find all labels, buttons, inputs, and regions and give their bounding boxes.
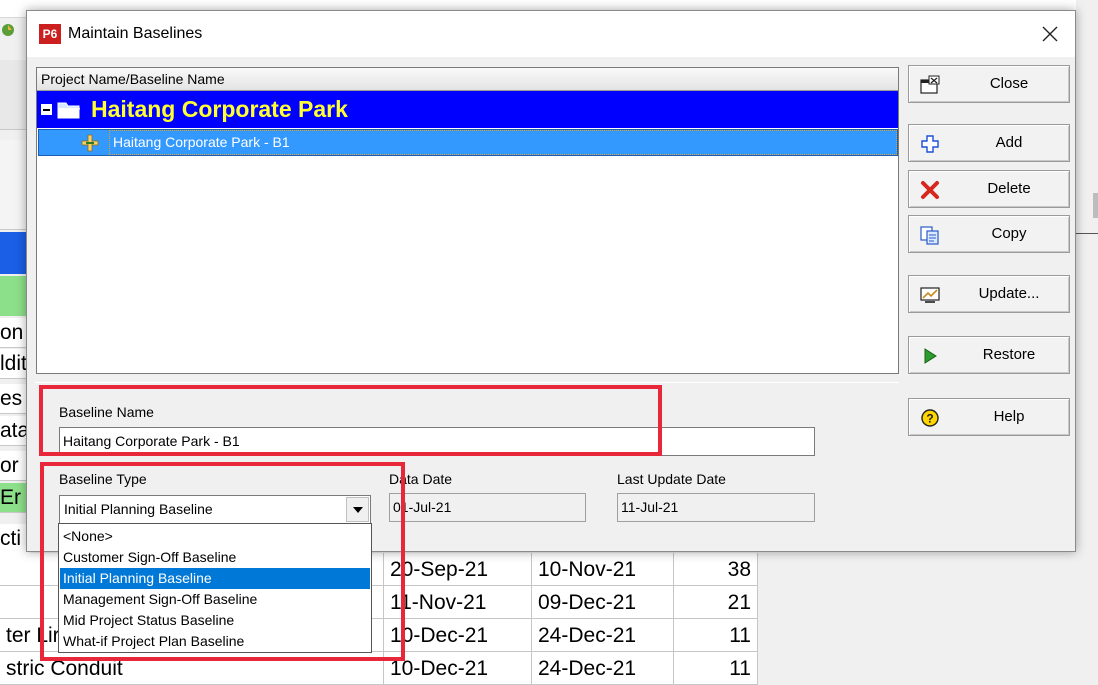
baseline-name-highlight <box>39 385 662 456</box>
close-button[interactable]: Close <box>908 65 1070 103</box>
folder-open-icon <box>57 102 80 119</box>
dialog-title: Maintain Baselines <box>68 25 203 42</box>
play-icon <box>924 348 937 364</box>
background-divider <box>1076 233 1098 234</box>
project-row[interactable]: Haitang Corporate Park <box>37 91 898 128</box>
table-cell-start: 20-Sep-21 <box>384 553 532 586</box>
help-icon: ? <box>921 409 939 427</box>
table-cell-dur: 11 <box>674 619 758 652</box>
last-update-date-label: Last Update Date <box>617 471 726 487</box>
table-cell-dur: 38 <box>674 553 758 586</box>
restore-button[interactable]: Restore <box>908 336 1070 374</box>
add-button-label: Add <box>995 134 1023 151</box>
list-column-header[interactable]: Project Name/Baseline Name <box>37 68 898 91</box>
dialog-titlebar[interactable]: P6 Maintain Baselines <box>27 11 1075 57</box>
copy-button[interactable]: Copy <box>908 215 1070 253</box>
table-cell-dur: 21 <box>674 586 758 619</box>
baseline-row-selected[interactable]: Haitang Corporate Park - B1 <box>38 129 898 156</box>
update-icon <box>920 287 940 303</box>
add-button[interactable]: Add <box>908 124 1070 162</box>
p6-logo-icon: P6 <box>39 24 61 44</box>
svg-text:?: ? <box>926 412 933 426</box>
update-button[interactable]: Update... <box>908 275 1070 313</box>
close-window-icon <box>920 75 940 94</box>
collapse-icon[interactable] <box>41 104 52 115</box>
help-button-label: Help <box>993 408 1025 425</box>
delete-x-icon <box>921 181 939 199</box>
baseline-type-highlight <box>40 462 405 661</box>
table-cell-start: 11-Nov-21 <box>384 586 532 619</box>
table-cell-finish: 24-Dec-21 <box>532 619 674 652</box>
restore-button-label: Restore <box>982 346 1036 363</box>
refresh-icon[interactable] <box>0 22 16 38</box>
help-button[interactable]: ? Help <box>908 398 1070 436</box>
close-icon[interactable] <box>1037 21 1063 47</box>
last-update-date-field[interactable]: 11-Jul-21 <box>617 493 815 522</box>
background-right-panel <box>1076 0 1098 669</box>
baseline-icon <box>81 134 99 152</box>
project-name: Haitang Corporate Park <box>91 96 348 122</box>
copy-button-label: Copy <box>991 225 1027 242</box>
background-scrollbar[interactable] <box>1093 193 1098 218</box>
baseline-item-label: Haitang Corporate Park - B1 <box>113 134 290 150</box>
table-cell-finish: 10-Nov-21 <box>532 553 674 586</box>
baseline-list[interactable]: Project Name/Baseline Name Haitang Corpo… <box>36 67 899 374</box>
plus-icon <box>921 135 939 153</box>
delete-button[interactable]: Delete <box>908 170 1070 208</box>
table-cell-finish: 09-Dec-21 <box>532 586 674 619</box>
data-date-field[interactable]: 01-Jul-21 <box>389 493 586 522</box>
update-button-label: Update... <box>978 285 1040 302</box>
delete-button-label: Delete <box>987 180 1031 197</box>
table-cell-start: 10-Dec-21 <box>384 619 532 652</box>
copy-icon <box>920 226 939 245</box>
close-button-label: Close <box>989 75 1029 92</box>
